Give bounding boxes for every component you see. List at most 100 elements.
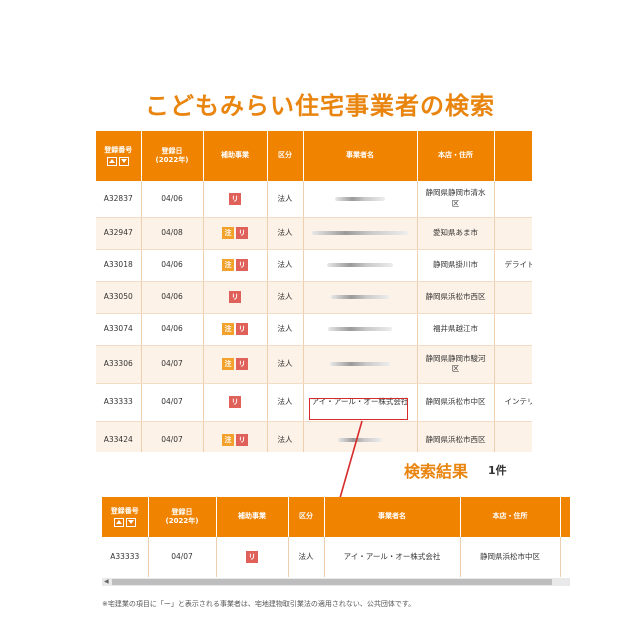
address-line2: 区	[451, 198, 460, 208]
table-row[interactable]: A33306 04/07 注リ法人 静岡県静岡市駿河区	[96, 345, 532, 384]
table-row[interactable]: A32837 04/06 リ 法人 静岡県静岡市清水区	[96, 181, 532, 218]
brand-cell	[494, 421, 532, 452]
company-name-cell[interactable]	[303, 345, 418, 384]
ri-badge-icon: リ	[246, 550, 258, 563]
address-line2: 区	[451, 364, 460, 373]
reg-no-cell: A33018	[96, 249, 142, 282]
brand-cell	[494, 181, 532, 218]
brand-cell: インテリ	[494, 383, 532, 422]
subsidy-cell: リ	[203, 383, 268, 422]
header-reg-no-label: 登録番号	[104, 145, 133, 154]
header-reg-date-label: 登録日	[161, 146, 183, 155]
result-header-reg-no: 登録番号	[102, 497, 149, 537]
header-brand	[494, 131, 532, 181]
ri-badge-icon: リ	[236, 259, 248, 271]
header-reg-no: 登録番号	[96, 131, 142, 181]
result-header-reg-no-label: 登録番号	[110, 506, 139, 515]
reg-no-cell: A33333	[96, 383, 142, 422]
ri-badge-icon: リ	[229, 396, 241, 408]
address-line1: 静岡県掛川市	[433, 259, 478, 269]
subsidy-cell: リ	[203, 181, 268, 218]
company-name-cell[interactable]	[303, 249, 418, 282]
horizontal-scrollbar[interactable]: ◀	[102, 578, 570, 586]
address-cell: 愛知県あま市	[417, 217, 495, 250]
ri-badge-icon: リ	[236, 434, 248, 446]
result-sort-asc-icon[interactable]	[113, 518, 124, 528]
address-line1: 静岡県静岡市清水	[425, 188, 486, 198]
result-type: 法人	[288, 537, 325, 577]
table-row[interactable]: A33050 04/06 リ 法人 静岡県浜松市西区	[96, 281, 532, 314]
result-label: 検索結果	[404, 462, 469, 481]
header-reg-date: 登録日 (2022年)	[141, 131, 204, 181]
brand-cell	[494, 345, 532, 384]
chu-badge-icon: 注	[222, 358, 234, 370]
type-cell: 法人	[267, 383, 304, 422]
result-table-viewport[interactable]: 登録番号 登録日 (2022年) 補助事業 区分 事業者名 本店・住所 A333…	[102, 497, 570, 577]
blurred-name	[331, 294, 389, 299]
brand-cell	[494, 217, 532, 250]
reg-no-cell: A33424	[96, 421, 142, 452]
table-row[interactable]: A33074 04/06 注リ法人 福井県越江市	[96, 313, 532, 346]
company-name-cell[interactable]	[303, 313, 418, 346]
subsidy-cell: 注リ	[203, 249, 268, 282]
ri-badge-icon: リ	[236, 323, 248, 335]
address-cell: 静岡県掛川市	[417, 249, 495, 282]
result-header-address: 本店・住所	[460, 497, 561, 537]
subsidy-cell: 注リ	[203, 217, 268, 250]
header-address: 本店・住所	[417, 131, 495, 181]
brand-cell: デライト	[494, 249, 532, 282]
reg-date-cell: 04/07	[141, 345, 204, 384]
brand-cell	[494, 281, 532, 314]
reg-date-cell: 04/06	[141, 181, 204, 218]
result-reg-date: 04/07	[148, 537, 217, 577]
table-row[interactable]: A33333 04/07 リ 法人 アイ・アール・オー株式会社 静岡県浜松市中区	[102, 537, 570, 577]
subsidy-cell: 注リ	[203, 421, 268, 452]
reg-no-cell: A33306	[96, 345, 142, 384]
table-row[interactable]: A33018 04/06 注リ法人 静岡県掛川市 デライト	[96, 249, 532, 282]
subsidy-cell: 注リ	[203, 345, 268, 384]
result-count: 1件	[488, 464, 507, 477]
reg-no-cell: A33050	[96, 281, 142, 314]
sort-desc-icon[interactable]	[119, 157, 130, 167]
sort-asc-icon[interactable]	[107, 157, 118, 167]
type-cell: 法人	[267, 345, 304, 384]
subsidy-cell: 注リ	[203, 313, 268, 346]
blurred-name	[312, 230, 408, 235]
address-line1: 福井県越江市	[433, 323, 478, 333]
company-name-cell[interactable]	[303, 421, 418, 452]
header-reg-date-year: (2022年)	[155, 156, 189, 164]
result-name[interactable]: アイ・アール・オー株式会社	[324, 537, 461, 577]
result-sort-desc-icon[interactable]	[125, 518, 136, 528]
address-cell: 静岡県静岡市駿河区	[417, 345, 495, 384]
result-address: 静岡県浜松市中区	[460, 537, 561, 577]
table-row[interactable]: A33424 04/07 注リ法人 静岡県浜松市西区	[96, 421, 532, 452]
scrollbar-thumb[interactable]	[112, 579, 552, 585]
table-row[interactable]: A32947 04/08 注リ法人 愛知県あま市	[96, 217, 532, 250]
chu-badge-icon: 注	[222, 323, 234, 335]
result-header-reg-date-year: (2022年)	[165, 517, 199, 525]
type-cell: 法人	[267, 281, 304, 314]
result-header-reg-date: 登録日 (2022年)	[148, 497, 217, 537]
reg-no-cell: A33074	[96, 313, 142, 346]
ri-badge-icon: リ	[236, 227, 248, 239]
company-name-cell[interactable]	[303, 217, 418, 250]
company-name-cell[interactable]	[303, 181, 418, 218]
highlight-box	[309, 398, 408, 420]
reg-date-cell: 04/06	[141, 313, 204, 346]
address-cell: 静岡県浜松市西区	[417, 421, 495, 452]
address-line1: 静岡県浜松市西区	[425, 291, 486, 301]
blurred-name	[335, 196, 385, 201]
type-cell: 法人	[267, 313, 304, 346]
address-cell: 福井県越江市	[417, 313, 495, 346]
chu-badge-icon: 注	[222, 259, 234, 271]
footnote: ※宅建業の項目に「ー」と表示される事業者は、宅地建物取引業法の適用されない、公共…	[102, 600, 416, 608]
reg-date-cell: 04/06	[141, 249, 204, 282]
address-line1: 静岡県浜松市中区	[425, 396, 486, 406]
header-type: 区分	[267, 131, 304, 181]
scroll-left-icon[interactable]: ◀	[104, 579, 109, 585]
address-line1: 静岡県浜松市西区	[425, 434, 486, 444]
address-cell: 静岡県浜松市西区	[417, 281, 495, 314]
reg-date-cell: 04/07	[141, 421, 204, 452]
result-header-more	[560, 497, 570, 537]
company-name-cell[interactable]	[303, 281, 418, 314]
